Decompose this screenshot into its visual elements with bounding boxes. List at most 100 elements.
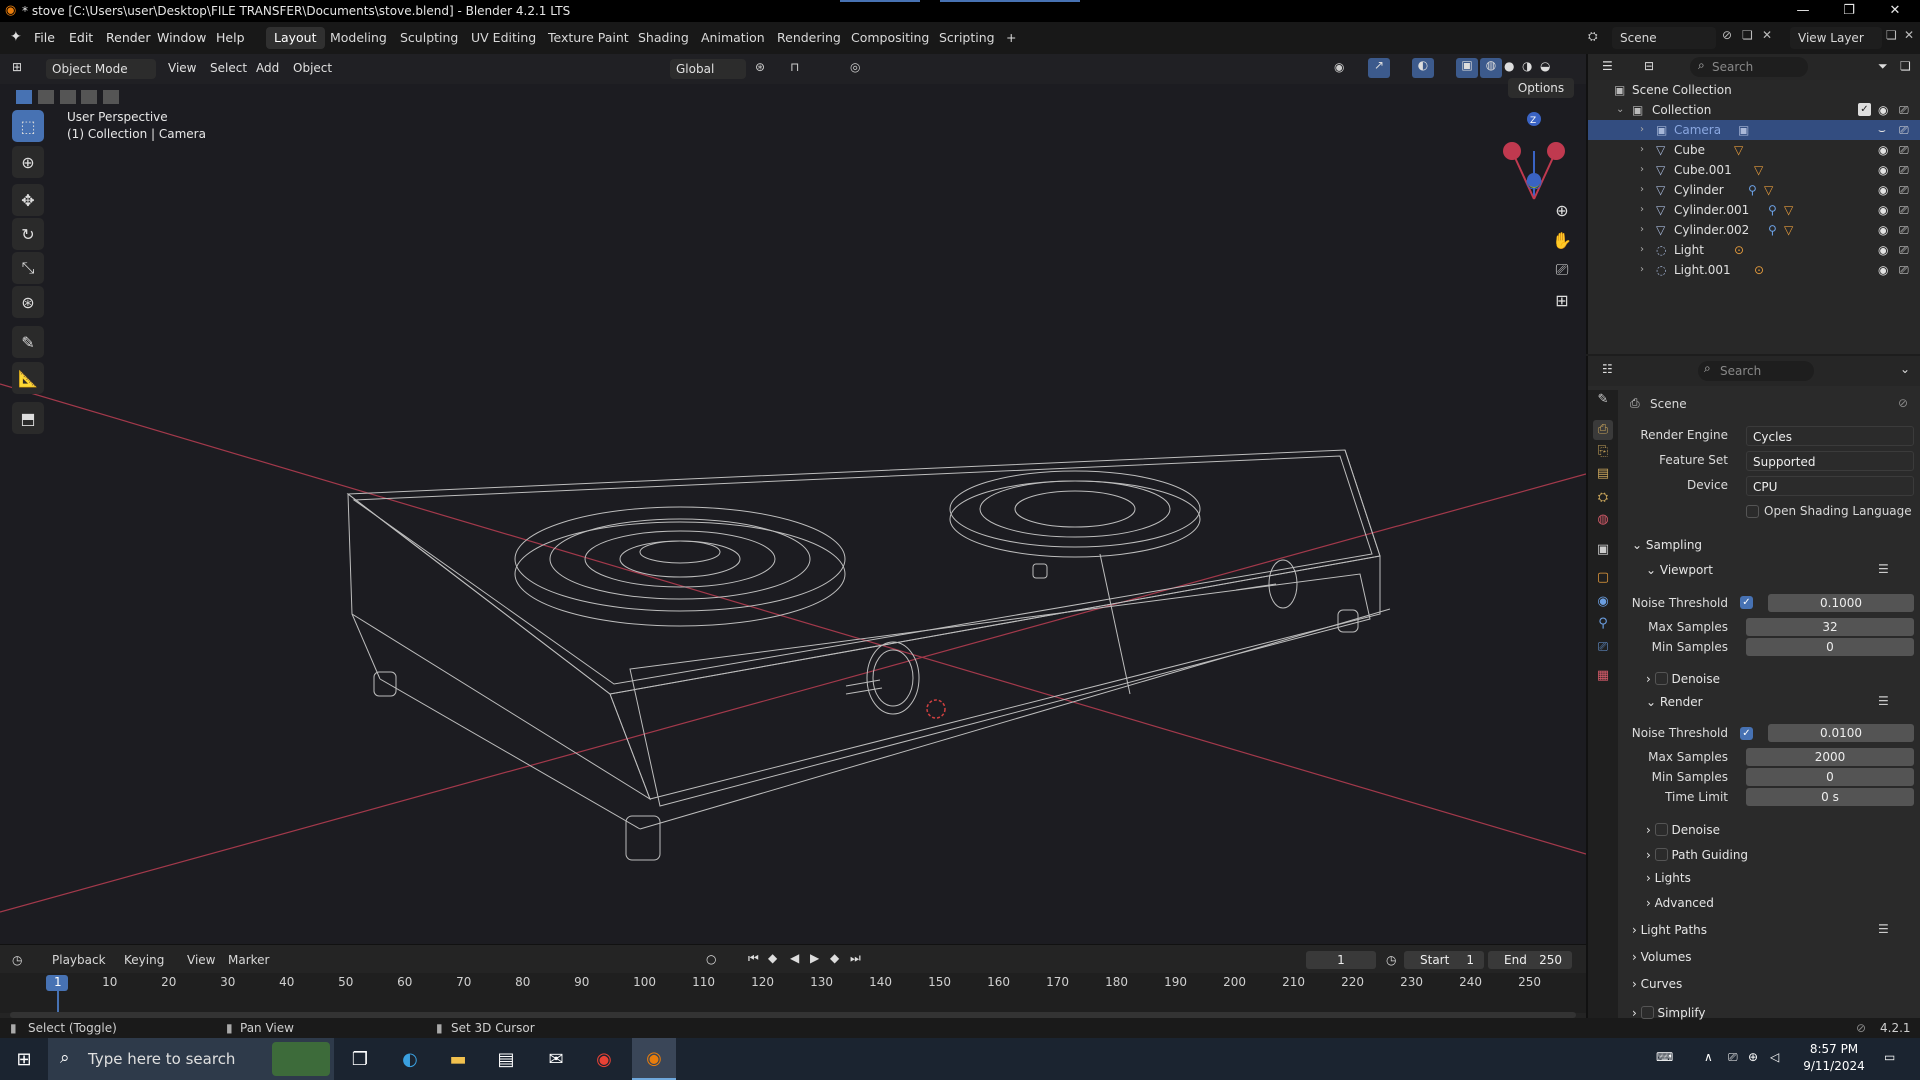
minimize-button[interactable]: — [1780,0,1826,22]
vp-noise-threshold-field[interactable]: 0.1000 [1768,594,1914,612]
material-shading-icon[interactable]: ◑ [1522,59,1532,73]
outliner-item[interactable]: › ▽ Cube.001 ▽ ◉ ⎚ [1588,160,1920,180]
eye-icon[interactable]: ◉ [1878,100,1888,120]
view-layer-tab-icon[interactable]: ▤ [1593,464,1613,484]
jump-start-icon[interactable]: ⏮ [748,951,759,966]
outliner-item[interactable]: › ◌ Light ⊙ ◉ ⎚ [1588,240,1920,260]
render-camera-icon[interactable]: ⎚ [1899,240,1909,260]
filter-icon[interactable]: ⏷ [1878,59,1888,74]
current-frame-field[interactable]: 1 [1306,951,1376,969]
data-tab-icon[interactable]: ⎚ [1593,638,1613,658]
cursor-tool[interactable]: ⊕ [12,146,44,178]
clock-time[interactable]: 8:57 PM [1794,1042,1874,1056]
view-layer-selector[interactable]: View Layer [1790,27,1882,49]
menu-add[interactable]: Add [256,61,279,75]
outliner-item[interactable]: › ▽ Cylinder ⚲ ▽ ◉ ⎚ [1588,180,1920,200]
render-camera-icon[interactable]: ⎚ [1899,260,1909,280]
autokey-icon[interactable]: ○ [706,952,716,966]
menu-render[interactable]: Render [106,30,151,45]
close-button[interactable]: ✕ [1872,0,1918,22]
menu-file[interactable]: File [34,30,55,45]
device-icon[interactable]: ⎚ [1728,1050,1738,1065]
play-reverse-icon[interactable]: ◀ [790,951,799,965]
select-box-tool[interactable]: ⬚ [12,110,44,142]
r-time-limit-field[interactable]: 0 s [1746,788,1914,806]
outliner-item[interactable]: › ◌ Light.001 ⊙ ◉ ⎚ [1588,260,1920,280]
move-tool[interactable]: ✥ [12,184,44,216]
render-camera-icon[interactable]: ⎚ [1899,120,1909,140]
tab-animation[interactable]: Animation [693,27,773,49]
collection-row[interactable]: ⌄ ▣ Collection ✓ ◉ ⎚ [1588,100,1920,120]
vp-denoise-checkbox[interactable] [1654,672,1668,685]
viewport-subsection-toggle[interactable]: ⌄ Viewport [1646,563,1713,577]
gizmo-toggle-icon[interactable]: ↗ [1368,58,1390,78]
chevron-right-icon[interactable]: › [1640,140,1644,160]
overlay-toggle-icon[interactable]: ◐ [1412,58,1434,78]
curves-section-toggle[interactable]: › Curves [1632,977,1682,991]
menu-view[interactable]: View [168,61,196,75]
add-workspace-button[interactable]: + [998,27,1024,49]
outliner-item[interactable]: › ▽ Cylinder.001 ⚲ ▽ ◉ ⎚ [1588,200,1920,220]
properties-editor-icon[interactable]: ☷ [1602,362,1613,376]
eye-icon[interactable]: ◉ [1878,260,1888,280]
solid-shading-icon[interactable]: ● [1504,59,1514,73]
tool-tab-icon[interactable]: ✎ [1593,390,1613,410]
menu-marker[interactable]: Marker [228,953,269,967]
world-tab-icon[interactable]: ◍ [1593,510,1613,530]
blender-menu-icon[interactable]: ✦ [10,29,22,45]
chevron-up-icon[interactable]: ∧ [1704,1050,1713,1064]
visibility-icon[interactable]: ◉ [1334,60,1344,74]
pan-button[interactable]: ✋ [1548,226,1576,254]
r-max-samples-field[interactable]: 2000 [1746,748,1914,766]
properties-search-input[interactable]: Search [1698,361,1814,381]
volumes-section-toggle[interactable]: › Volumes [1632,950,1692,964]
scene-tab-icon[interactable]: ⛭ [1593,488,1613,508]
menu-window[interactable]: Window [157,30,206,45]
next-keyframe-icon[interactable]: ◆ [830,951,839,965]
vp-max-samples-field[interactable]: 32 [1746,618,1914,636]
render-camera-icon[interactable]: ⎚ [1899,180,1909,200]
render-camera-icon[interactable]: ⎚ [1899,140,1909,160]
outliner-item[interactable]: › ▣ Camera ▣ ⌣ ⎚ [1588,120,1920,140]
prev-keyframe-icon[interactable]: ◆ [768,951,777,965]
r-min-samples-field[interactable]: 0 [1746,768,1914,786]
end-frame-field[interactable]: End 250 [1488,951,1572,969]
delete-scene-icon[interactable]: ✕ [1762,28,1772,42]
eye-icon[interactable]: ◉ [1878,200,1888,220]
constraints-tab-icon[interactable]: ⚲ [1593,614,1613,634]
output-tab-icon[interactable]: ⎘ [1593,442,1613,462]
physics-tab-icon[interactable]: ◉ [1593,592,1613,612]
notification-icon[interactable]: ▭ [1884,1050,1895,1064]
eye-icon[interactable]: ⌣ [1878,120,1886,140]
collection-tab-icon[interactable]: ▣ [1593,540,1613,560]
chrome-button[interactable]: ◉ [586,1044,622,1074]
select-invert-icon[interactable] [81,90,98,104]
simplify-section-toggle[interactable]: › Simplify [1632,1004,1706,1020]
exclude-checkbox[interactable]: ✓ [1858,103,1871,116]
chevron-right-icon[interactable]: › [1640,260,1644,280]
clock-date[interactable]: 9/11/2024 [1794,1059,1874,1073]
new-collection-icon[interactable]: ❏ [1900,59,1911,73]
tab-uv-editing[interactable]: UV Editing [463,27,544,49]
path-guiding-checkbox[interactable] [1654,848,1668,861]
mode-selector[interactable]: Object Mode [46,59,156,79]
3d-viewport[interactable]: Z ⊞ Object Mode View Select Add Object G… [0,54,1586,944]
outliner-editor-icon[interactable]: ☰ [1602,59,1613,73]
r-denoise-toggle[interactable]: › Denoise [1646,821,1720,837]
eye-icon[interactable]: ◉ [1878,140,1888,160]
proportional-edit-icon[interactable]: ◎ [850,60,860,74]
outliner-search-input[interactable]: Search [1690,57,1808,77]
select-subtract-icon[interactable] [59,90,76,104]
render-tab-icon[interactable]: ⎙ [1593,420,1613,440]
eye-icon[interactable]: ◉ [1878,220,1888,240]
feature-set-dropdown[interactable]: Supported [1746,451,1914,471]
menu-object[interactable]: Object [293,61,332,75]
outliner-item[interactable]: › ▽ Cylinder.002 ⚲ ▽ ◉ ⎚ [1588,220,1920,240]
chevron-right-icon[interactable]: › [1640,160,1644,180]
blender-taskbar-button[interactable]: ◉ [632,1038,676,1080]
restore-button[interactable]: ❐ [1826,0,1872,22]
transform-tool[interactable]: ⊛ [12,286,44,318]
r-noise-threshold-field[interactable]: 0.0100 [1768,724,1914,742]
input-icon[interactable]: ⌨ [1656,1050,1673,1064]
tab-scripting[interactable]: Scripting [931,27,1003,49]
